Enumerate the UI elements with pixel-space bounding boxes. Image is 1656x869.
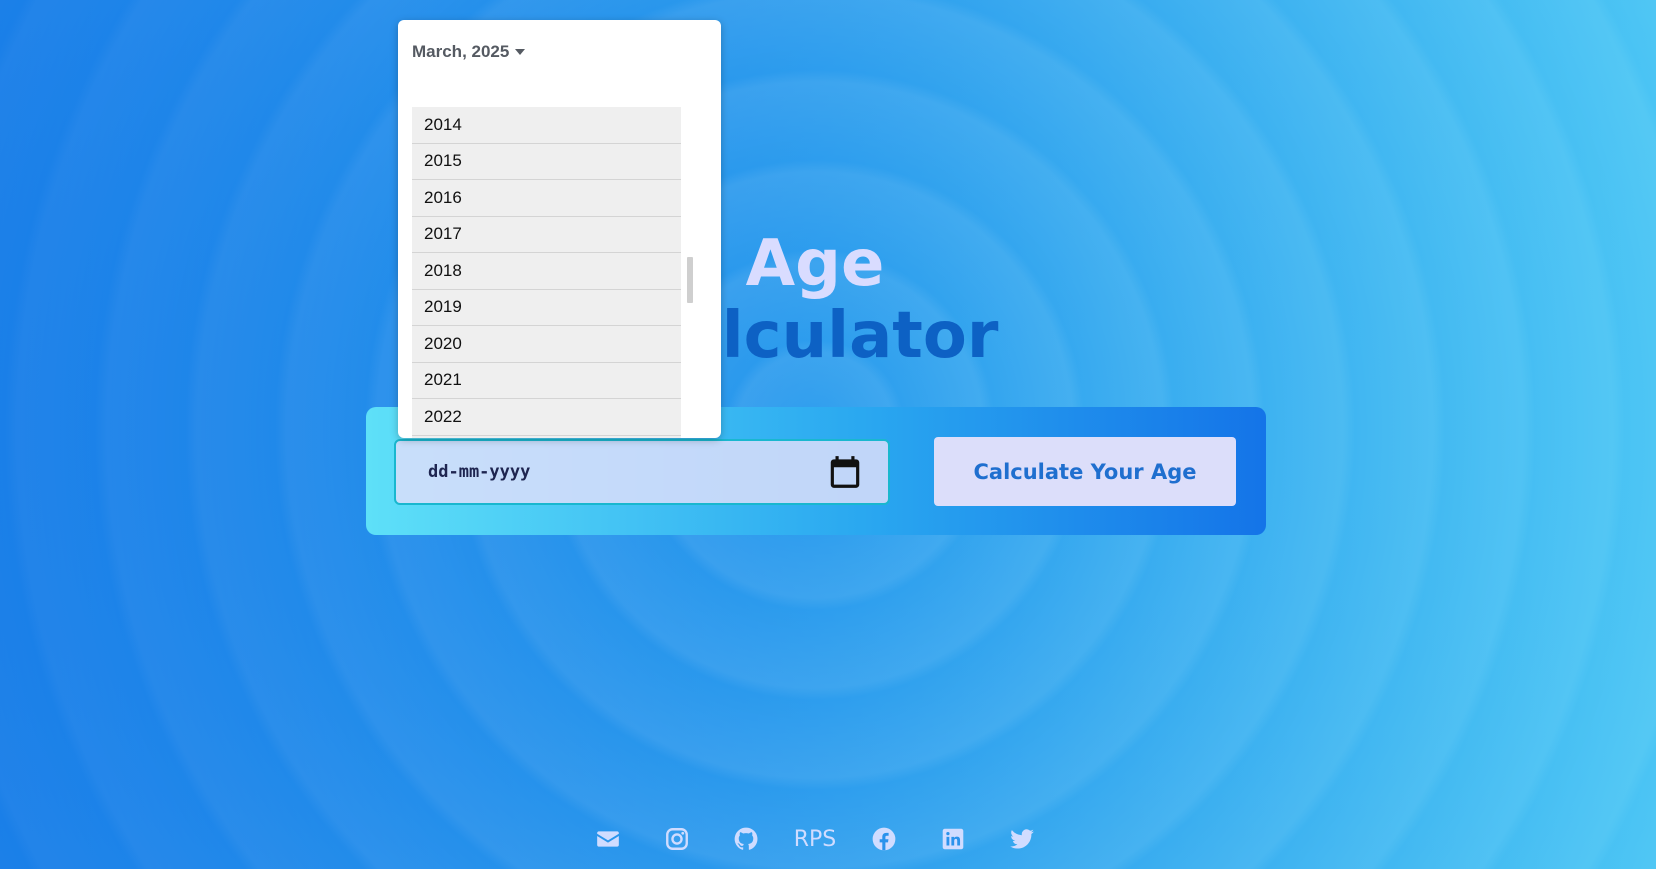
footer-social-links: RPS bbox=[0, 823, 1630, 855]
facebook-link[interactable] bbox=[850, 823, 919, 855]
instagram-link[interactable] bbox=[643, 823, 712, 855]
facebook-icon bbox=[872, 827, 896, 851]
email-link[interactable] bbox=[574, 823, 643, 855]
rps-logo: RPS bbox=[793, 826, 837, 852]
year-option[interactable]: 2023 bbox=[412, 435, 681, 438]
year-list-scrollbar[interactable] bbox=[685, 107, 695, 437]
caret-down-icon bbox=[515, 49, 526, 55]
year-option[interactable]: 2018 bbox=[412, 253, 681, 290]
year-option[interactable]: 2020 bbox=[412, 326, 681, 363]
year-option[interactable]: 2014 bbox=[412, 107, 681, 144]
linkedin-icon bbox=[942, 828, 964, 850]
year-option[interactable]: 2017 bbox=[412, 216, 681, 253]
twitter-icon bbox=[1010, 829, 1034, 849]
birthdate-placeholder: dd-mm-yyyy bbox=[428, 462, 531, 482]
year-option[interactable]: 2022 bbox=[412, 399, 681, 436]
calculate-age-button[interactable]: Calculate Your Age bbox=[934, 437, 1236, 506]
linkedin-link[interactable] bbox=[919, 823, 988, 855]
page-title-line1: Age bbox=[745, 227, 885, 301]
birthdate-input[interactable]: dd-mm-yyyy bbox=[394, 439, 890, 505]
twitter-link[interactable] bbox=[988, 823, 1057, 855]
envelope-icon bbox=[597, 831, 619, 847]
month-year-toggle[interactable]: March, 2025 bbox=[412, 42, 526, 62]
year-option[interactable]: 2021 bbox=[412, 362, 681, 399]
year-picker-popup: March, 2025 2014 2015 2016 2017 2018 201… bbox=[398, 20, 721, 438]
month-year-label: March, 2025 bbox=[412, 42, 510, 61]
github-icon bbox=[734, 827, 758, 850]
github-link[interactable] bbox=[712, 823, 781, 855]
calendar-icon[interactable] bbox=[826, 452, 864, 492]
rps-link[interactable]: RPS bbox=[781, 823, 850, 855]
year-option[interactable]: 2015 bbox=[412, 143, 681, 180]
scrollbar-thumb[interactable] bbox=[687, 257, 693, 303]
year-option[interactable]: 2019 bbox=[412, 289, 681, 326]
year-list: 2014 2015 2016 2017 2018 2019 2020 2021 … bbox=[412, 107, 681, 438]
year-option[interactable]: 2016 bbox=[412, 180, 681, 217]
page-title-line2: Calculator bbox=[631, 299, 999, 373]
instagram-icon bbox=[666, 828, 688, 850]
